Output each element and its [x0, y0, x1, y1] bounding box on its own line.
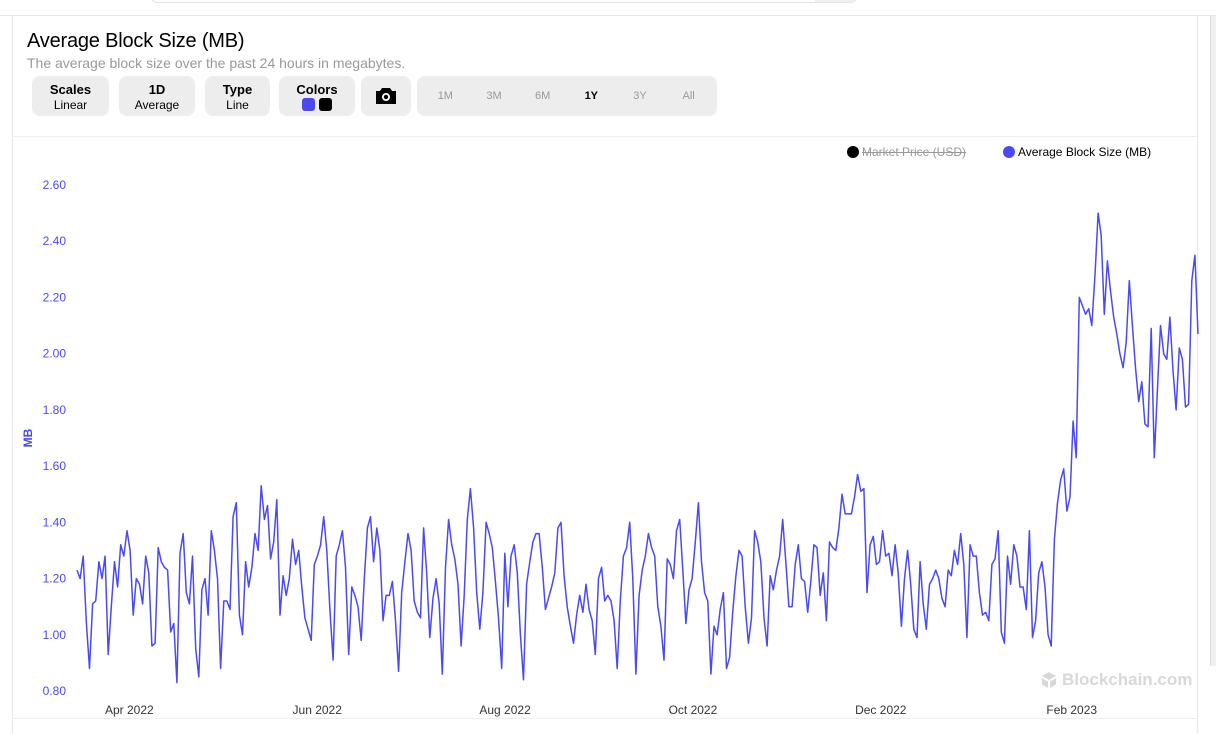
- y-tick-label: 1.20: [43, 572, 67, 586]
- y-axis-label: MB: [21, 428, 35, 447]
- y-tick-label: 1.40: [43, 515, 67, 529]
- y-tick-label: 1.60: [43, 459, 67, 473]
- y-tick-label: 0.80: [43, 684, 67, 698]
- y-tick-label: 2.20: [43, 290, 67, 304]
- x-tick-label: Dec 2022: [855, 703, 907, 717]
- watermark-text: Blockchain.com: [1062, 670, 1193, 689]
- y-tick-label: 1.00: [43, 628, 67, 642]
- x-tick-label: Aug 2022: [479, 703, 531, 717]
- line-chart[interactable]: 0.80 1.00 1.20 1.40 1.60 1.80 2.00 2.20 2.40 2.60…: [0, 0, 1216, 734]
- x-tick-label: Feb 2023: [1046, 703, 1097, 717]
- x-tick-label: Jun 2022: [293, 703, 343, 717]
- blockchain-logo-icon: [1042, 672, 1056, 688]
- y-tick-label: 1.80: [43, 403, 67, 417]
- x-tick-label: Apr 2022: [105, 703, 154, 717]
- y-tick-label: 2.00: [43, 347, 67, 361]
- x-tick-label: Oct 2022: [669, 703, 718, 717]
- series-line-average-block-size: [76, 212, 1199, 684]
- y-tick-label: 2.60: [43, 178, 67, 192]
- watermark: Blockchain.com: [1040, 670, 1192, 690]
- y-tick-label: 2.40: [43, 234, 67, 248]
